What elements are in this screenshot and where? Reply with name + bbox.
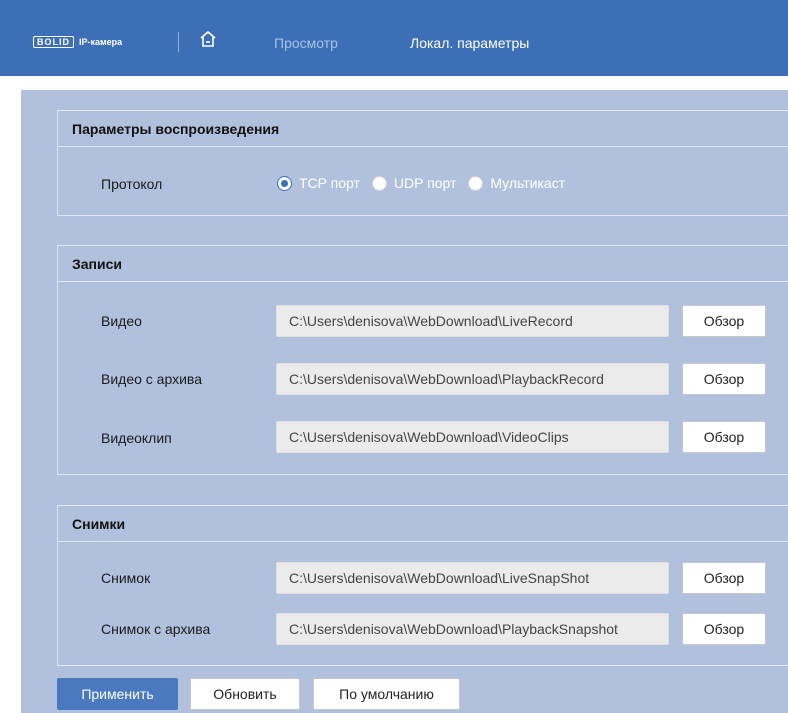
- record-label-playback: Видео с архива: [101, 371, 202, 387]
- default-button[interactable]: По умолчанию: [313, 678, 460, 710]
- playback-section-title: Параметры воспроизведения: [58, 111, 788, 147]
- nav-divider: [178, 32, 179, 52]
- playback-section: Параметры воспроизведения: [57, 110, 788, 216]
- top-bar: BOLID IP-камера Просмотр Локал. параметр…: [0, 0, 788, 76]
- snapshot-label-live: Снимок: [101, 570, 151, 586]
- record-label-videoclip: Видеоклип: [101, 430, 172, 446]
- radio-multicast[interactable]: Мультикаст: [468, 175, 565, 191]
- record-path-playback[interactable]: C:\Users\denisova\WebDownload\PlaybackRe…: [276, 363, 669, 395]
- content-top-strip: [0, 76, 788, 90]
- logo-text: IP-камера: [79, 37, 123, 47]
- radio-tcp-label: TCP порт: [299, 175, 360, 191]
- radio-multicast-circle[interactable]: [468, 175, 484, 191]
- nav-local-settings-tab[interactable]: Локал. параметры: [410, 35, 529, 51]
- snapshot-path-playback[interactable]: C:\Users\denisova\WebDownload\PlaybackSn…: [276, 613, 669, 645]
- browse-button-snapshot-live[interactable]: Обзор: [682, 562, 766, 594]
- nav-view-tab[interactable]: Просмотр: [274, 35, 338, 51]
- radio-udp-circle[interactable]: [371, 175, 387, 191]
- protocol-radio-group: TCP порт UDP порт Мультикаст: [277, 175, 565, 191]
- record-path-videoclip[interactable]: C:\Users\denisova\WebDownload\VideoClips: [276, 421, 669, 453]
- browse-button-snapshot-playback[interactable]: Обзор: [682, 613, 766, 645]
- radio-udp[interactable]: UDP порт: [371, 175, 457, 191]
- home-icon[interactable]: [199, 30, 217, 48]
- browse-button-video[interactable]: Обзор: [682, 305, 766, 337]
- left-margin: [0, 90, 21, 713]
- radio-multicast-label: Мультикаст: [490, 175, 566, 191]
- snapshots-section-title: Снимки: [58, 506, 788, 542]
- snapshot-label-playback: Снимок с архива: [101, 621, 211, 637]
- radio-udp-label: UDP порт: [393, 175, 457, 191]
- apply-button[interactable]: Применить: [57, 678, 178, 710]
- snapshot-path-live[interactable]: C:\Users\denisova\WebDownload\LiveSnapSh…: [276, 562, 669, 594]
- protocol-label: Протокол: [101, 176, 163, 192]
- record-path-video[interactable]: C:\Users\denisova\WebDownload\LiveRecord: [276, 305, 669, 337]
- browse-button-playback[interactable]: Обзор: [682, 363, 766, 395]
- browse-button-videoclip[interactable]: Обзор: [682, 421, 766, 453]
- refresh-button[interactable]: Обновить: [190, 678, 300, 710]
- records-section-title: Записи: [58, 246, 788, 282]
- record-label-video: Видео: [101, 313, 142, 329]
- logo-mark: BOLID: [33, 36, 74, 48]
- radio-tcp[interactable]: TCP порт: [277, 175, 360, 191]
- radio-tcp-circle[interactable]: [277, 175, 292, 191]
- logo: BOLID IP-камера: [33, 36, 122, 48]
